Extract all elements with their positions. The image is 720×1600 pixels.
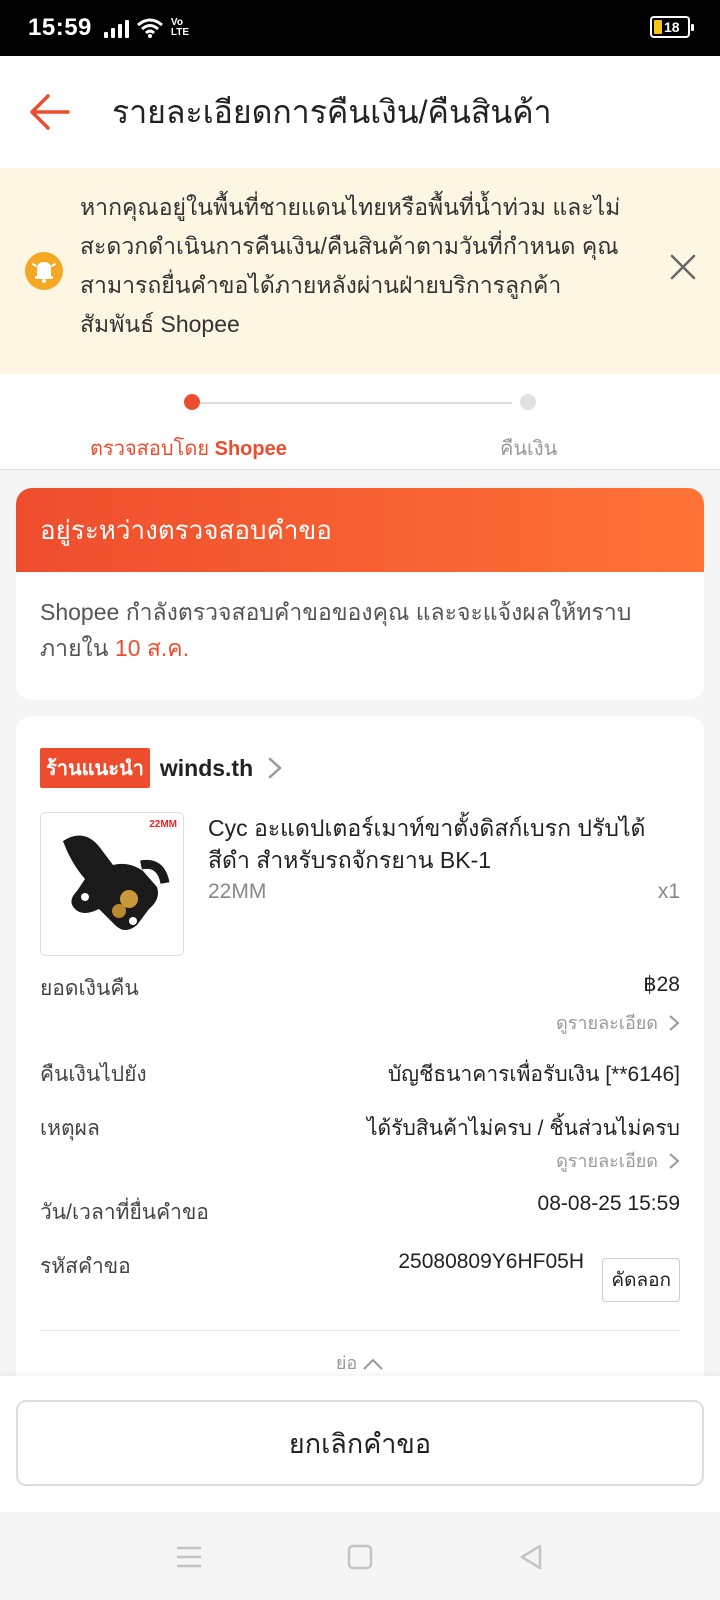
reason-value: ได้รับสินค้าไม่ครบ / ชิ้นส่วนไม่ครบ [366,1117,680,1140]
chevron-up-icon [363,1358,383,1370]
notice-line: สัมพันธ์ Shopee [80,311,240,337]
reason-details-link[interactable]: ดูรายละเอียด [556,1146,680,1175]
view-details-label: ดูรายละเอียด [556,1151,658,1171]
preferred-shop-badge: ร้านแนะนำ [40,748,150,788]
notice-text: หากคุณอยู่ในพื้นที่ชายแดนไทยหรือพื้นที่น… [80,188,660,344]
product-image[interactable]: 22MM [40,812,184,956]
chevron-right-icon [669,1152,680,1169]
shop-name[interactable]: winds.th [160,755,253,782]
status-desc-line: Shopee กำลังตรวจสอบคำขอของคุณ และจะแจ้งผ… [40,599,632,625]
refund-amount-label: ยอดเงินคืน [40,977,139,1000]
notice-line: สามารถยื่นคำขอได้ภายหลังผ่านฝ่ายบริการลู… [80,272,562,298]
chevron-right-icon [268,757,283,779]
back-triangle-icon[interactable] [516,1542,546,1572]
status-time: 15:59 [28,14,92,41]
product-title[interactable]: Cyc อะแดปเตอร์เมาท์ขาตั้งดิสก์เบรก ปรับไ… [208,812,678,876]
notice-line: หากคุณอยู่ในพื้นที่ชายแดนไทยหรือพื้นที่น… [80,194,621,220]
volte-icon: Vo LTE [170,17,190,38]
step-dot-active [184,394,200,410]
bottom-action-bar: ยกเลิกคำขอ [0,1376,720,1512]
back-arrow-icon[interactable] [26,88,74,136]
battery-icon: 18 [650,16,694,38]
product-quantity: x1 [657,880,680,903]
page-title: รายละเอียดการคืนเงิน/คืนสินค้า [112,93,552,130]
refund-amount-value: ฿28 [643,973,680,996]
home-icon[interactable] [345,1542,375,1572]
refund-amount-details-link[interactable]: ดูรายละเอียด [556,1008,680,1037]
step-refund-label: คืนเงิน [500,438,558,460]
bell-icon [25,252,63,290]
shop-row[interactable]: ร้านแนะนำ winds.th [40,748,283,788]
cancel-request-button[interactable]: ยกเลิกคำขอ [16,1400,704,1486]
copy-button[interactable]: คัดลอก [602,1258,680,1302]
submitted-label: วัน/เวลาที่ยื่นคำขอ [40,1201,209,1224]
close-icon[interactable] [668,252,698,282]
reason-label: เหตุผล [40,1117,100,1140]
status-bar: 15:59 Vo LTE 18 [0,0,720,56]
refund-to-value: บัญชีธนาคารเพื่อรับเงิน [**6146] [387,1063,680,1086]
status-title: อยู่ระหว่างตรวจสอบคำขอ [40,514,332,545]
request-status-card: อยู่ระหว่างตรวจสอบคำขอ Shopee กำลังตรวจส… [16,488,704,700]
step-review-brand: Shopee [214,438,287,460]
submitted-value: 08-08-25 15:59 [537,1192,680,1215]
divider [40,1330,680,1331]
status-description: Shopee กำลังตรวจสอบคำขอของคุณ และจะแจ้งผ… [16,572,704,666]
view-details-label: ดูรายละเอียด [556,1013,658,1033]
step-review-prefix: ตรวจสอบโดย [90,438,215,460]
menu-icon[interactable] [174,1542,204,1572]
app-header: รายละเอียดการคืนเงิน/คืนสินค้า [0,56,720,168]
chevron-right-icon [669,1014,680,1031]
status-banner: อยู่ระหว่างตรวจสอบคำขอ [16,488,704,572]
collapse-label: ย่อ [335,1353,358,1373]
request-id-value: 25080809Y6HF05H [398,1250,584,1273]
notice-line: สะดวกดำเนินการคืนเงิน/คืนสินค้าตามวันที่… [80,233,619,259]
refund-to-label: คืนเงินไปยัง [40,1063,147,1086]
system-nav-bar [0,1512,720,1600]
step-dot-inactive [520,394,536,410]
progress-steps: ตรวจสอบโดย Shopee คืนเงิน [0,374,720,470]
battery-level: 18 [664,19,680,35]
step-review-label: ตรวจสอบโดย Shopee [90,432,287,464]
deadline-date: 10 ส.ค. [114,635,190,661]
step-connector [200,402,512,404]
request-id-label: รหัสคำขอ [40,1255,131,1278]
status-desc-line: ภายใน [40,635,115,661]
bracket-image [63,835,170,930]
refund-details-card: ร้านแนะนำ winds.th 22MM Cyc อะแดปเตอร์เม… [16,716,704,1376]
status-icons: Vo LTE [103,17,193,38]
product-variant: 22MM [208,880,267,903]
signal-icon [103,18,129,38]
product-image-tag: 22MM [149,819,177,830]
collapse-toggle[interactable]: ย่อ [16,1348,704,1377]
flood-notice-banner: หากคุณอยู่ในพื้นที่ชายแดนไทยหรือพื้นที่น… [0,168,720,374]
wifi-icon [136,18,163,38]
